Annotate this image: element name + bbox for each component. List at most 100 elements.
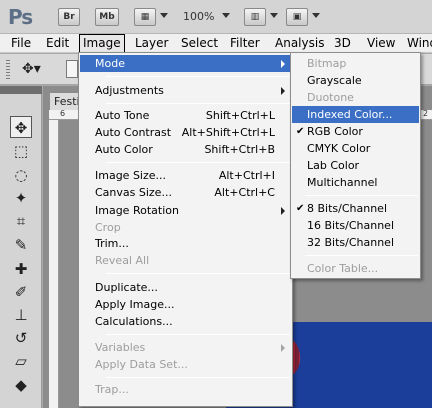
menu-separator xyxy=(106,76,290,77)
menu-item-apply-image[interactable]: Apply Image... xyxy=(80,296,291,313)
submenu-item-label: 16 Bits/Channel xyxy=(307,219,395,232)
menu-select[interactable]: Select xyxy=(178,34,221,53)
menu-item-image-rotation[interactable]: Image Rotation xyxy=(80,202,291,219)
menu-item-label: Duplicate... xyxy=(95,281,158,294)
menu-item-canvas-size[interactable]: Canvas Size... Alt+Ctrl+C xyxy=(80,184,291,201)
menu-item-auto-contrast[interactable]: Auto Contrast Alt+Shift+Ctrl+L xyxy=(80,124,291,141)
submenu-item-label: Duotone xyxy=(307,91,354,104)
submenu-item-lab-color[interactable]: Lab Color xyxy=(292,157,419,174)
submenu-item-32-bits[interactable]: 32 Bits/Channel xyxy=(292,234,419,251)
menu-separator xyxy=(305,195,418,196)
submenu-item-label: 8 Bits/Channel xyxy=(307,202,388,215)
menu-item-label: Auto Contrast xyxy=(95,126,172,139)
auto-select-checkbox[interactable] xyxy=(66,60,78,78)
move-tool-icon[interactable]: ✥ xyxy=(10,116,32,138)
arrange-documents-icon[interactable]: ▥ xyxy=(244,8,266,26)
image-menu-dropdown: Mode Adjustments Auto Tone Shift+Ctrl+L … xyxy=(78,52,293,407)
menu-item-mode[interactable]: Mode xyxy=(80,55,291,72)
submenu-item-label: Color Table... xyxy=(307,262,379,275)
chevron-down-icon[interactable] xyxy=(160,13,168,18)
submenu-arrow-icon xyxy=(281,87,285,95)
mini-bridge-button[interactable]: Mb xyxy=(95,8,119,26)
menu-window[interactable]: Windo xyxy=(404,34,432,53)
tools-panel-header[interactable] xyxy=(0,86,42,94)
menu-separator xyxy=(106,377,290,378)
menu-item-label: Adjustments xyxy=(95,84,164,97)
menu-separator xyxy=(305,255,418,256)
paint-bucket-tool-icon[interactable]: ◆ xyxy=(10,374,32,396)
menu-file[interactable]: File xyxy=(8,34,34,53)
menu-item-reveal-all: Reveal All xyxy=(80,252,291,269)
submenu-item-rgb-color[interactable]: ✔ RGB Color xyxy=(292,123,419,140)
menu-item-duplicate[interactable]: Duplicate... xyxy=(80,279,291,296)
zoom-level[interactable]: 100% xyxy=(183,10,214,23)
eyedropper-tool-icon[interactable]: ✎ xyxy=(10,234,32,256)
submenu-item-8-bits[interactable]: ✔ 8 Bits/Channel xyxy=(292,200,419,217)
menu-item-shortcut: Shift+Ctrl+L xyxy=(205,109,275,122)
quick-selection-tool-icon[interactable]: ✦ xyxy=(10,187,32,209)
submenu-item-cmyk-color[interactable]: CMYK Color xyxy=(292,140,419,157)
lasso-tool-icon[interactable]: ◌ xyxy=(10,164,32,186)
menu-item-label: Image Size... xyxy=(95,169,167,182)
menu-image[interactable]: Image xyxy=(79,34,125,53)
menu-view[interactable]: View xyxy=(364,34,398,53)
menu-item-auto-tone[interactable]: Auto Tone Shift+Ctrl+L xyxy=(80,107,291,124)
spot-healing-tool-icon[interactable]: ✚ xyxy=(10,258,32,280)
screen-mode-icon[interactable]: ▣ xyxy=(286,8,308,26)
menu-item-label: Mode xyxy=(95,57,125,70)
menu-item-label: Crop xyxy=(95,221,121,234)
menu-item-apply-data-set: Apply Data Set... xyxy=(80,356,291,373)
menu-analysis[interactable]: Analysis xyxy=(272,34,327,53)
bridge-button[interactable]: Br xyxy=(58,8,80,26)
menu-edit[interactable]: Edit xyxy=(43,34,72,53)
brush-tool-icon[interactable]: ✐ xyxy=(10,281,32,303)
menu-item-trim[interactable]: Trim... xyxy=(80,235,291,252)
menu-item-calculations[interactable]: Calculations... xyxy=(80,313,291,330)
view-extras-icon[interactable]: ▦ xyxy=(134,8,156,26)
menu-item-label: Canvas Size... xyxy=(95,186,172,199)
options-bar-grip[interactable] xyxy=(6,60,10,80)
clone-stamp-tool-icon[interactable]: ⊥ xyxy=(10,304,32,326)
menu-item-label: Apply Image... xyxy=(95,298,175,311)
move-tool-icon[interactable]: ✥▾ xyxy=(22,61,41,77)
submenu-item-color-table: Color Table... xyxy=(292,260,419,277)
chevron-down-icon[interactable] xyxy=(222,13,230,18)
menu-3d[interactable]: 3D xyxy=(331,34,354,53)
submenu-item-label: Grayscale xyxy=(307,74,362,87)
submenu-item-multichannel[interactable]: Multichannel xyxy=(292,174,419,191)
crop-tool-icon[interactable]: ⌗ xyxy=(10,210,32,232)
menu-item-label: Auto Color xyxy=(95,143,153,156)
submenu-item-label: Multichannel xyxy=(307,176,378,189)
menu-item-label: Calculations... xyxy=(95,315,173,328)
submenu-item-grayscale[interactable]: Grayscale xyxy=(292,72,419,89)
submenu-item-label: RGB Color xyxy=(307,125,363,138)
submenu-item-label: CMYK Color xyxy=(307,142,371,155)
vertical-ruler xyxy=(49,120,59,408)
eraser-tool-icon[interactable]: ▱ xyxy=(10,350,32,372)
chevron-down-icon[interactable] xyxy=(312,13,320,18)
menu-item-adjustments[interactable]: Adjustments xyxy=(80,82,291,99)
marquee-tool-icon[interactable]: ⬚ xyxy=(10,140,32,162)
menu-filter[interactable]: Filter xyxy=(227,34,263,53)
menu-item-label: Reveal All xyxy=(95,254,150,267)
menu-item-shortcut: Alt+Ctrl+C xyxy=(214,186,275,199)
mode-submenu: Bitmap Grayscale Duotone Indexed Color..… xyxy=(290,52,421,279)
submenu-item-bitmap: Bitmap xyxy=(292,55,419,72)
submenu-arrow-icon xyxy=(281,207,285,215)
menu-item-label: Variables xyxy=(95,341,146,354)
tools-panel: ✥ ⬚ ◌ ✦ ⌗ ✎ ✚ ✐ ⊥ ↺ ▱ ◆ xyxy=(0,86,42,408)
chevron-down-icon[interactable] xyxy=(270,13,278,18)
submenu-item-label: Lab Color xyxy=(307,159,360,172)
submenu-item-16-bits[interactable]: 16 Bits/Channel xyxy=(292,217,419,234)
menu-separator xyxy=(106,273,290,274)
menu-item-crop: Crop xyxy=(80,219,291,236)
history-brush-tool-icon[interactable]: ↺ xyxy=(10,327,32,349)
submenu-item-label: Bitmap xyxy=(307,57,347,70)
menu-item-auto-color[interactable]: Auto Color Shift+Ctrl+B xyxy=(80,141,291,158)
checkmark-icon: ✔ xyxy=(296,126,305,137)
menu-separator xyxy=(106,334,290,335)
submenu-item-indexed-color[interactable]: Indexed Color... xyxy=(292,106,419,123)
menu-layer[interactable]: Layer xyxy=(132,34,171,53)
menu-item-image-size[interactable]: Image Size... Alt+Ctrl+I xyxy=(80,167,291,184)
menu-item-shortcut: Alt+Ctrl+I xyxy=(218,169,275,182)
